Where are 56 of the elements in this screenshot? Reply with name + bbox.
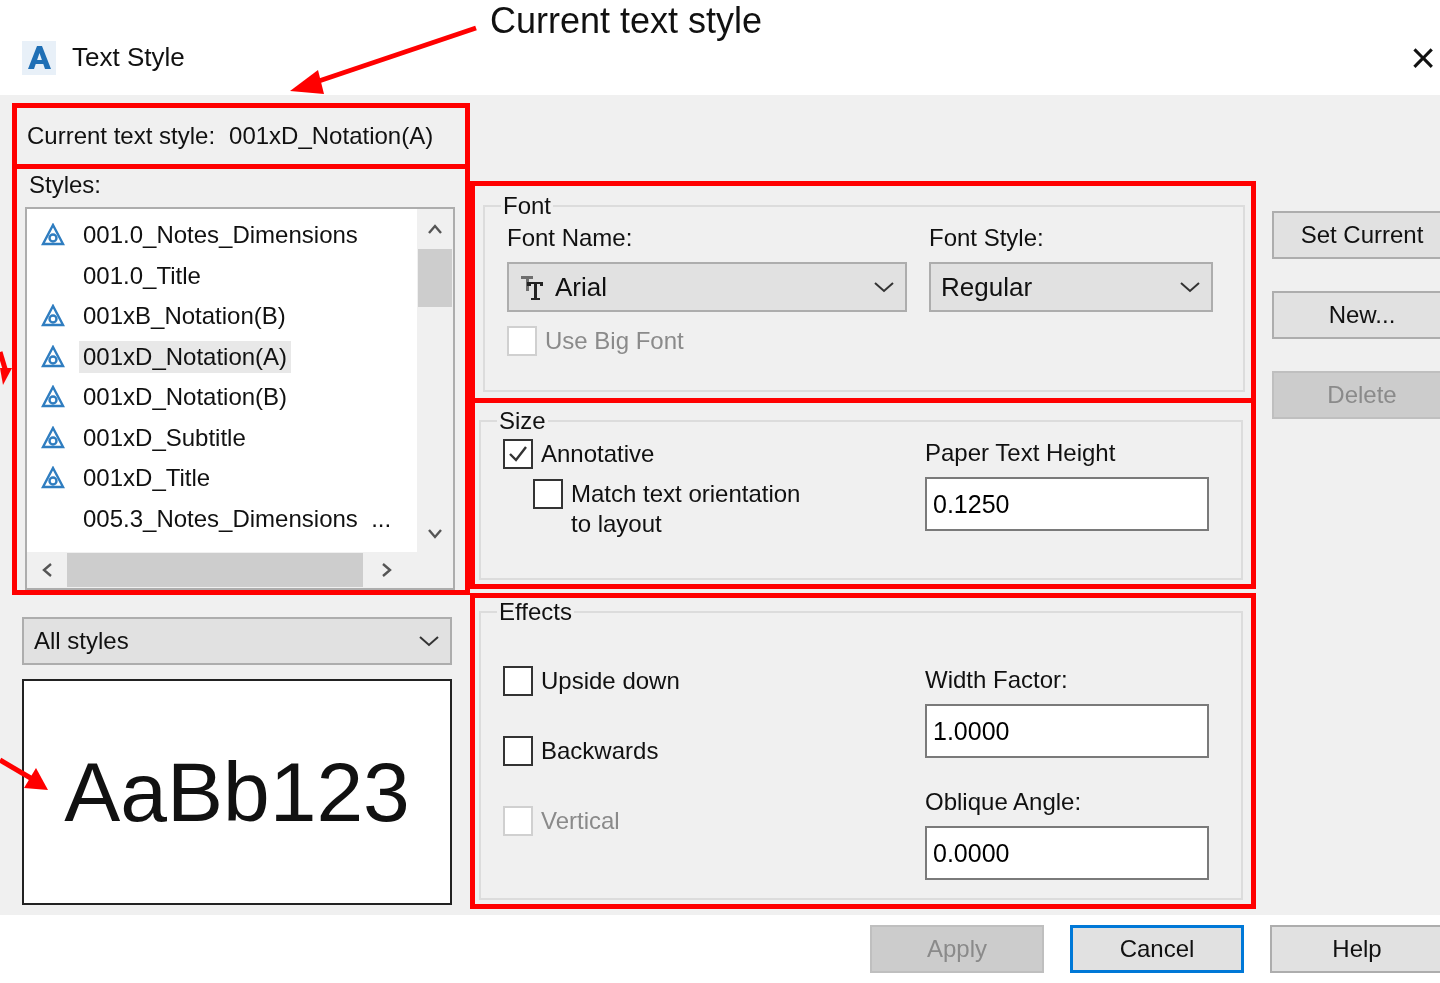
- style-list-item[interactable]: 005.3_Notes_Dimensions ...: [79, 502, 396, 535]
- checkbox[interactable]: [503, 439, 533, 469]
- annotation-arrow: [0, 757, 48, 790]
- style-list-item[interactable]: 001xB_Notation(B): [79, 300, 290, 333]
- group-label: Font: [502, 192, 553, 220]
- checkbox-label: Match text orientation to layout: [571, 479, 802, 539]
- style-list-item[interactable]: 001xD_Subtitle: [79, 421, 250, 454]
- checkbox-label: Backwards: [541, 737, 659, 765]
- style-filter-dropdown[interactable]: All styles: [22, 617, 452, 665]
- horizontal-scrollbar[interactable]: [27, 552, 453, 588]
- vertical-scrollbar[interactable]: [417, 209, 453, 552]
- dialog-button[interactable]: Set Current: [1272, 211, 1440, 259]
- chevron-down-icon: [873, 280, 895, 294]
- font-name-dropdown[interactable]: Arial: [507, 262, 907, 312]
- app-logo-icon: [22, 40, 56, 75]
- field-label: Width Factor:: [925, 666, 1069, 694]
- chevron-down-icon: [418, 634, 440, 648]
- field-label: Oblique Angle:: [925, 788, 1083, 816]
- group-label: Effects: [498, 598, 573, 626]
- styles-label: Styles:: [29, 171, 103, 199]
- scroll-down-icon[interactable]: [427, 528, 443, 540]
- window-title: Text Style: [72, 42, 185, 73]
- current-style-value: 001xD_Notation(A): [229, 122, 434, 150]
- style-list-item[interactable]: 001.0_Notes_Dimensions: [79, 219, 362, 252]
- scroll-thumb[interactable]: [418, 249, 452, 307]
- group-label: Size: [498, 407, 547, 435]
- scroll-up-icon[interactable]: [427, 223, 443, 235]
- field-label: Paper Text Height: [925, 439, 1117, 467]
- style-list-item[interactable]: 001.0_Title: [79, 259, 205, 292]
- checkbox-label: Use Big Font: [545, 327, 684, 355]
- checkbox-label: Vertical: [541, 807, 620, 835]
- scroll-right-icon[interactable]: [381, 562, 393, 578]
- font-style-dropdown[interactable]: Regular: [929, 262, 1213, 312]
- chevron-down-icon: [1179, 280, 1201, 294]
- dialog-button[interactable]: Cancel: [1070, 925, 1244, 973]
- dialog-button[interactable]: New...: [1272, 291, 1440, 339]
- current-style-label: Current text style:: [27, 122, 216, 150]
- oblique-angle-input[interactable]: 0.0000: [925, 826, 1209, 880]
- close-button[interactable]: ×: [1410, 32, 1436, 83]
- checkbox-label: Upside down: [541, 667, 680, 695]
- paper-text-height-input[interactable]: 0.1250: [925, 477, 1209, 531]
- annotation-label: Current text style: [490, 0, 763, 42]
- width-factor-input[interactable]: 1.0000: [925, 704, 1209, 758]
- checkbox[interactable]: [503, 666, 533, 696]
- field-label: Font Name:: [507, 224, 634, 252]
- style-list-item[interactable]: 001xD_Title: [79, 462, 215, 495]
- field-label: Font Style:: [929, 224, 1045, 252]
- checkbox-label: Annotative: [541, 440, 655, 468]
- checkbox[interactable]: [533, 479, 563, 509]
- scroll-thumb[interactable]: [67, 553, 363, 587]
- style-list-item[interactable]: 001xD_Notation(A): [79, 340, 292, 373]
- scroll-left-icon[interactable]: [41, 562, 53, 578]
- style-list-item[interactable]: 001xD_Notation(B): [79, 381, 292, 414]
- preview-sample-text: AaBb123: [64, 743, 410, 841]
- checkbox[interactable]: [503, 736, 533, 766]
- dialog-button[interactable]: Help: [1270, 925, 1440, 973]
